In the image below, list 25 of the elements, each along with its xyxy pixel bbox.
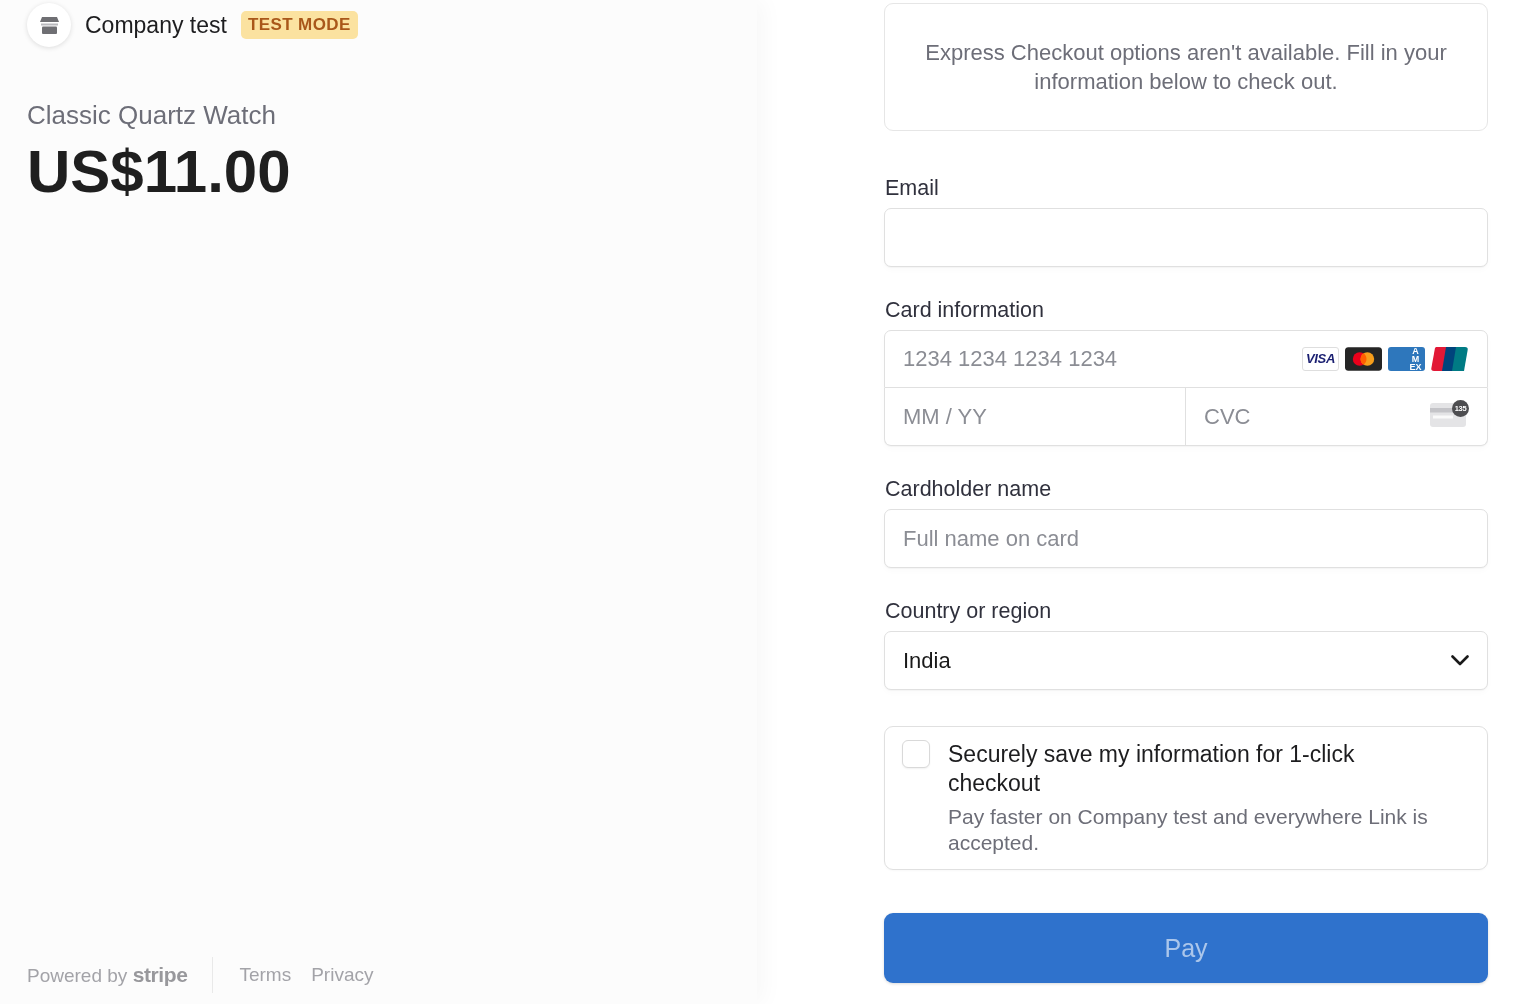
- product-name: Classic Quartz Watch: [27, 100, 276, 130]
- checkbox[interactable]: [902, 740, 930, 768]
- country-select[interactable]: India: [884, 631, 1488, 690]
- field-label: Card information: [885, 298, 1044, 322]
- footer-link[interactable]: Privacy: [311, 964, 374, 986]
- product-price: US$11.00: [27, 139, 291, 205]
- store-icon: [27, 3, 71, 47]
- chevron-down-icon: [1451, 655, 1469, 666]
- two-circles-icon: [1345, 347, 1382, 371]
- express-checkout-notice: Express Checkout options aren't available. Fill in your information below to check out.: [884, 3, 1488, 131]
- save-info-title: Securely save my information for 1-click checkout: [948, 740, 1356, 798]
- cardholder-name-field[interactable]: Full name on card: [884, 509, 1488, 568]
- field-label: Country or region: [885, 599, 1052, 623]
- field-label: Cardholder name: [885, 477, 1052, 501]
- field-label: Email: [885, 176, 939, 200]
- card-brand-logo: VISA: [1302, 347, 1339, 371]
- merchant-name: Company test: [85, 11, 227, 39]
- test-mode-badge: TEST MODE: [240, 11, 358, 39]
- powered-by-link[interactable]: Powered by stripe: [27, 963, 188, 987]
- expiry-field[interactable]: MM / YY: [884, 388, 1186, 446]
- footer-link[interactable]: Terms: [239, 964, 292, 986]
- save-info-description: Pay faster on Company test and everywhere Link is accepted.: [948, 804, 1429, 856]
- email-field[interactable]: [884, 208, 1488, 267]
- tricolor-card-icon: [1431, 347, 1468, 371]
- card-brand-logo: AMEX: [1388, 347, 1425, 371]
